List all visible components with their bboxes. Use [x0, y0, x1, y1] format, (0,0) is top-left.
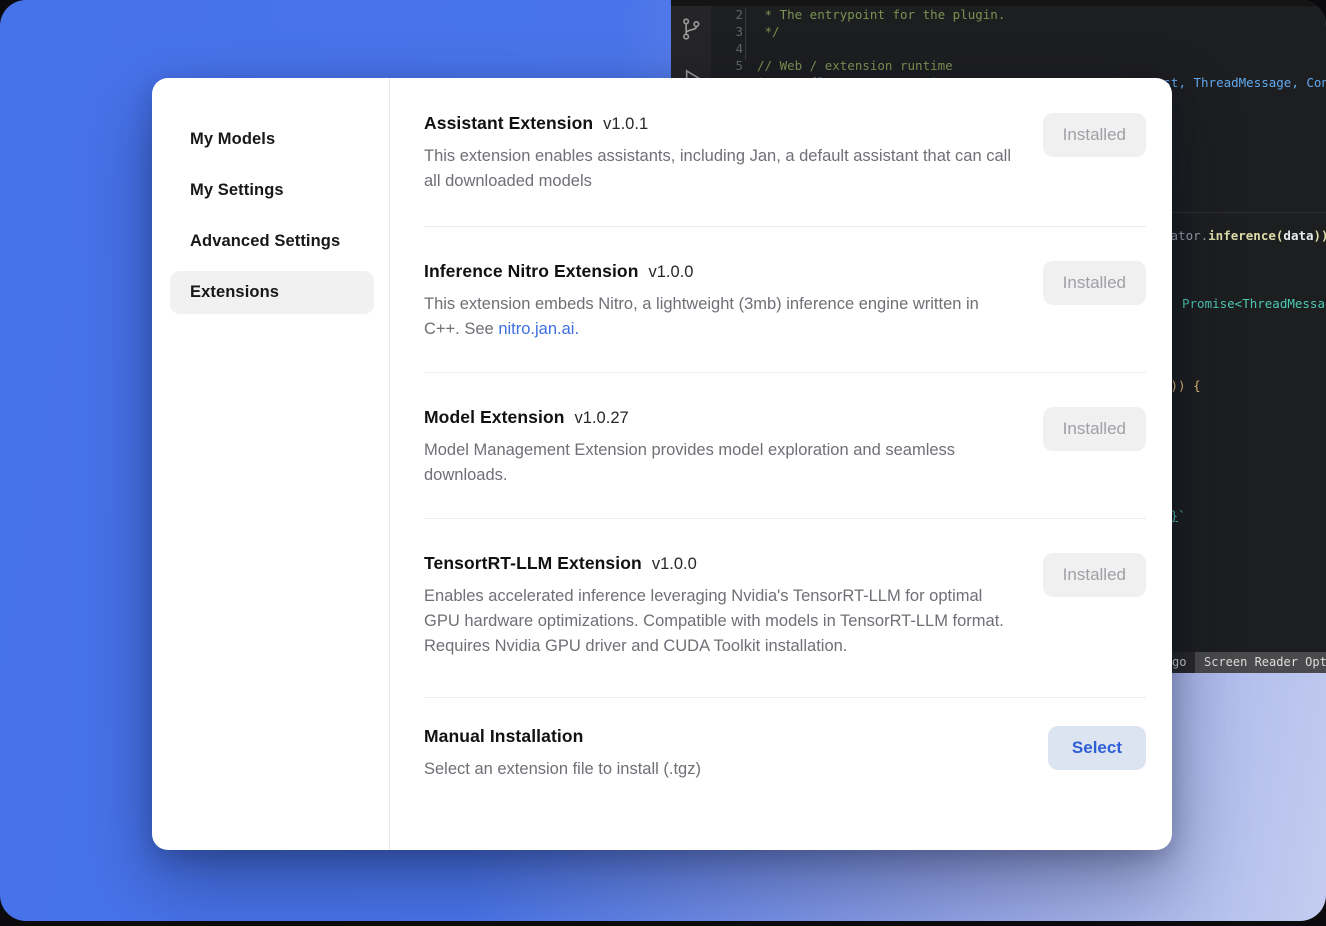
- manual-installation-title: Manual Installation: [424, 726, 583, 747]
- screen-reader-status-item[interactable]: Screen Reader Optimized: [1195, 652, 1326, 673]
- line-number: 4: [711, 40, 743, 57]
- line-number: 2: [711, 6, 743, 23]
- manual-installation-row: Manual Installation Select an extension …: [424, 698, 1146, 782]
- extension-name: Inference Nitro Extension: [424, 261, 639, 282]
- code-line: 4: [711, 40, 1326, 57]
- installed-badge: Installed: [1043, 407, 1146, 451]
- code-text: // Web / extension runtime: [743, 57, 953, 74]
- code-text: * The entrypoint for the plugin.: [743, 6, 1005, 23]
- code-line: 5 // Web / extension runtime: [711, 57, 1326, 74]
- select-file-button[interactable]: Select: [1048, 726, 1146, 770]
- manual-installation-description: Select an extension file to install (.tg…: [424, 757, 701, 782]
- code-line: 2 * The entrypoint for the plugin.: [711, 6, 1326, 23]
- code-fragment: Promise<ThreadMessage>: [1182, 296, 1326, 311]
- extension-row-nitro: Inference Nitro Extension v1.0.0 This ex…: [424, 227, 1146, 373]
- extension-description: This extension embeds Nitro, a lightweig…: [424, 292, 1014, 342]
- line-number: 3: [711, 23, 743, 40]
- nitro-jan-ai-link[interactable]: nitro.jan.ai.: [498, 320, 579, 338]
- extension-version: v1.0.0: [649, 263, 694, 282]
- sidebar-item-my-settings[interactable]: My Settings: [170, 169, 374, 212]
- extension-row-tensorrt: TensortRT-LLM Extension v1.0.0 Enables a…: [424, 519, 1146, 698]
- sidebar-item-extensions[interactable]: Extensions: [170, 271, 374, 314]
- desktop-wallpaper: 2 * The entrypoint for the plugin. 3 */ …: [0, 0, 1326, 921]
- status-bar-text: go: [1172, 652, 1186, 673]
- extension-description: Enables accelerated inference leveraging…: [424, 584, 1014, 659]
- extension-description: Model Management Extension provides mode…: [424, 438, 1014, 488]
- extension-row-assistant: Assistant Extension v1.0.1 This extensio…: [424, 78, 1146, 227]
- extension-version: v1.0.27: [575, 409, 629, 428]
- code-line: 3 */: [711, 23, 1326, 40]
- extension-version: v1.0.0: [652, 555, 697, 574]
- sidebar-item-advanced-settings[interactable]: Advanced Settings: [170, 220, 374, 263]
- source-control-icon[interactable]: [678, 16, 704, 45]
- installed-badge: Installed: [1043, 553, 1146, 597]
- extensions-list: Assistant Extension v1.0.1 This extensio…: [390, 78, 1172, 850]
- extension-description: This extension enables assistants, inclu…: [424, 144, 1014, 194]
- installed-badge: Installed: [1043, 261, 1146, 305]
- extension-row-model: Model Extension v1.0.27 Model Management…: [424, 373, 1146, 519]
- extension-name: TensortRT-LLM Extension: [424, 553, 642, 574]
- installed-badge: Installed: [1043, 113, 1146, 157]
- extension-name: Model Extension: [424, 407, 565, 428]
- sidebar-item-my-models[interactable]: My Models: [170, 118, 374, 161]
- extension-name: Assistant Extension: [424, 113, 593, 134]
- code-fragment: rator.inference(data));: [1163, 228, 1326, 243]
- code-text: */: [743, 23, 780, 40]
- extension-version: v1.0.1: [603, 115, 648, 134]
- settings-sidebar: My Models My Settings Advanced Settings …: [152, 78, 390, 850]
- settings-modal: My Models My Settings Advanced Settings …: [152, 78, 1172, 850]
- line-number: 5: [711, 57, 743, 74]
